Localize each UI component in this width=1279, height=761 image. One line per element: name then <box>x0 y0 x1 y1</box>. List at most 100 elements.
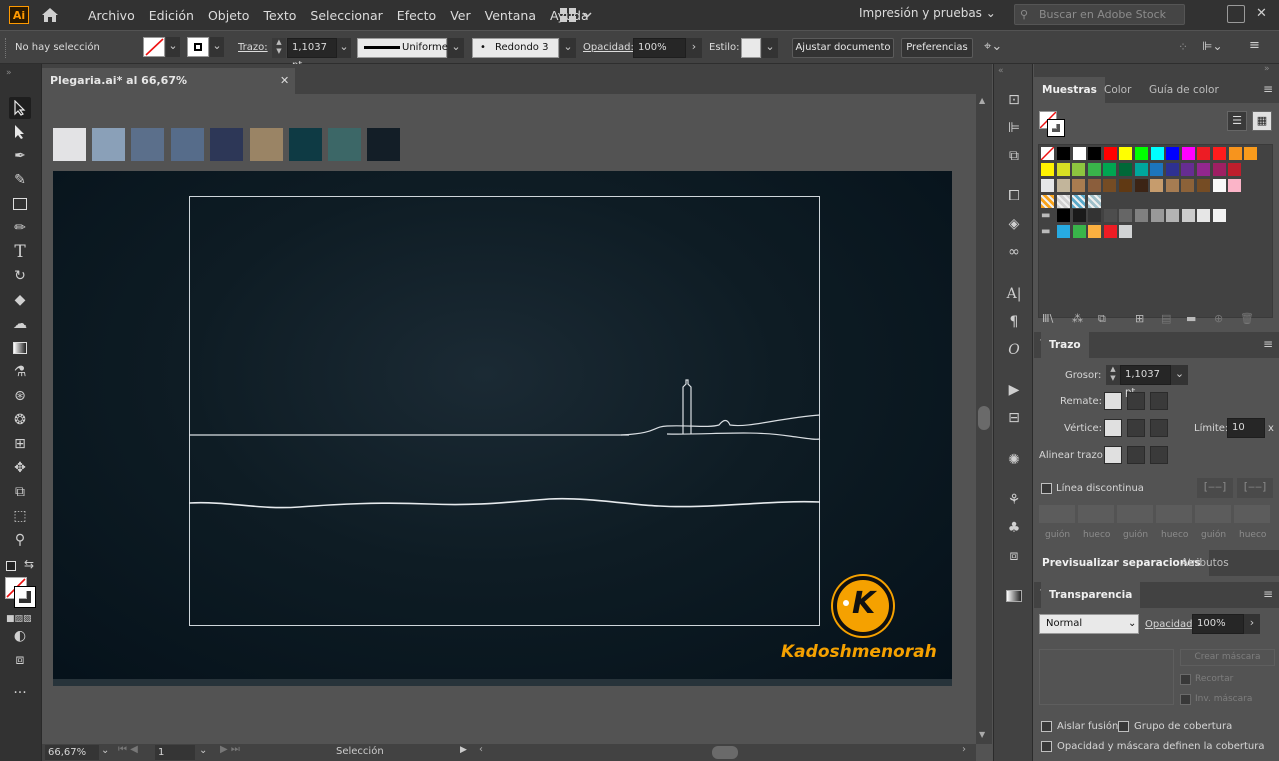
color-swatch[interactable] <box>1150 147 1164 160</box>
fill-dropdown-icon[interactable]: ⌄ <box>166 37 180 57</box>
preferences-button[interactable]: Preferencias <box>901 38 973 58</box>
stroke-weight-stepper[interactable]: ▲ ▼ <box>272 38 286 58</box>
stroke-swatch[interactable] <box>187 37 209 57</box>
tab-guia-color[interactable]: Guía de color <box>1141 77 1227 103</box>
appearance-icon[interactable]: ✺ <box>1004 450 1024 470</box>
color-swatch[interactable] <box>1181 163 1195 176</box>
clip-checkbox[interactable] <box>1180 674 1191 685</box>
invert-mask-checkbox[interactable] <box>1180 694 1191 705</box>
color-swatch[interactable] <box>1228 179 1242 192</box>
transparency-opacity-input[interactable]: 100% <box>1192 614 1244 634</box>
selection-tool-icon[interactable] <box>9 97 31 119</box>
opentype-icon[interactable]: O <box>1004 340 1024 360</box>
gradient-panel-icon[interactable] <box>1004 586 1024 606</box>
pattern-swatch[interactable] <box>1056 195 1070 208</box>
graphic-styles-icon[interactable]: ⧈ <box>1004 546 1024 566</box>
chevron-down-icon[interactable]: ⌄ <box>199 745 207 756</box>
color-swatch[interactable] <box>1165 163 1179 176</box>
pattern-swatch[interactable] <box>1087 195 1101 208</box>
color-swatch[interactable] <box>1056 179 1070 192</box>
panel-menu-icon[interactable]: ≡ <box>1263 337 1273 351</box>
color-swatch[interactable] <box>1166 209 1180 222</box>
horizontal-scroll-thumb[interactable] <box>712 746 738 759</box>
palette-swatch[interactable] <box>367 128 400 161</box>
color-swatch[interactable] <box>1088 225 1102 238</box>
color-swatch[interactable] <box>1103 163 1117 176</box>
color-swatch[interactable] <box>1135 209 1148 222</box>
window-minimize-icon[interactable] <box>1227 5 1245 23</box>
color-swatch[interactable] <box>1197 163 1210 176</box>
default-colors-icon[interactable] <box>6 561 16 571</box>
align-options-icon[interactable]: ⊫⌄ <box>1202 39 1223 53</box>
swap-colors-icon[interactable]: ⇆ <box>24 557 34 571</box>
collapse-icon[interactable]: » <box>6 68 12 78</box>
gap-3-input[interactable] <box>1234 505 1270 523</box>
menu-lines-icon[interactable]: ≡ <box>1249 38 1260 53</box>
color-swatch[interactable] <box>1244 147 1258 160</box>
panel-menu-icon[interactable]: ≡ <box>1263 587 1273 601</box>
color-swatch[interactable] <box>1165 179 1179 192</box>
pathfinder-icon[interactable]: ⧉ <box>1004 146 1024 166</box>
tab-color[interactable]: Color <box>1096 77 1139 103</box>
eraser-tool-icon[interactable]: ◆ <box>9 289 31 311</box>
color-swatch[interactable] <box>1041 163 1054 176</box>
links-icon[interactable]: ∞ <box>1004 242 1024 262</box>
align-outside-button[interactable] <box>1150 446 1168 464</box>
color-swatch[interactable] <box>1057 147 1070 160</box>
pencil-tool-icon[interactable]: ✏ <box>9 217 31 239</box>
rotate-tool-icon[interactable]: ↻ <box>9 265 31 287</box>
color-swatch[interactable] <box>1166 147 1180 160</box>
menu-edicion[interactable]: Edición <box>142 8 201 23</box>
panel-menu-icon[interactable]: ≡ <box>1263 82 1273 96</box>
color-swatch[interactable] <box>1103 147 1117 160</box>
color-swatch[interactable] <box>1197 209 1211 222</box>
color-swatch[interactable] <box>1087 163 1101 176</box>
color-swatch[interactable] <box>1119 225 1133 238</box>
chevron-down-icon[interactable]: ⌄ <box>448 38 464 58</box>
stroke-color-icon[interactable] <box>14 586 36 608</box>
palette-swatch[interactable] <box>328 128 361 161</box>
vertical-scroll-thumb[interactable] <box>978 406 990 430</box>
gap-1-input[interactable] <box>1078 505 1114 523</box>
palette-swatch[interactable] <box>250 128 283 161</box>
direct-selection-tool-icon[interactable] <box>9 121 31 143</box>
puppet-warp-tool-icon[interactable]: ✥ <box>9 457 31 479</box>
dash-3-input[interactable] <box>1195 505 1231 523</box>
scroll-up-icon[interactable]: ▲ <box>979 96 985 105</box>
paragraph-icon[interactable]: ¶ <box>1004 312 1024 332</box>
rectangle-tool-icon[interactable] <box>9 193 31 215</box>
transform-icon[interactable]: ⌖⌄ <box>984 39 1002 54</box>
list-view-icon[interactable]: ☰ <box>1227 111 1247 131</box>
color-swatch[interactable] <box>1103 179 1117 192</box>
folder-icon[interactable]: ▬ <box>1041 210 1054 223</box>
brush-select[interactable]: • Redondo 3 ... <box>472 38 559 71</box>
palette-swatch[interactable] <box>210 128 243 161</box>
color-swatch[interactable] <box>1213 147 1226 160</box>
last-artboard-icon[interactable]: ▶ ⏭ <box>220 744 240 755</box>
color-swatch[interactable] <box>1088 147 1102 160</box>
arrange-documents-icon[interactable] <box>560 8 592 25</box>
color-swatch[interactable] <box>1150 209 1164 222</box>
weight-input[interactable]: 1,1037 pt <box>1120 365 1171 398</box>
brushes-icon[interactable]: ⚘ <box>1004 490 1024 510</box>
knockout-group-checkbox[interactable] <box>1118 721 1129 732</box>
preserve-dash-icon[interactable]: [‒‒] <box>1197 478 1233 498</box>
chevron-right-icon[interactable]: › <box>686 38 702 58</box>
pattern-swatch[interactable] <box>1041 195 1054 208</box>
eyedropper-tool-icon[interactable]: ⚗ <box>9 361 31 383</box>
opacity-input[interactable]: 100% <box>633 38 686 58</box>
new-swatch-icon[interactable]: ⊕ <box>1214 312 1223 325</box>
menu-archivo[interactable]: Archivo <box>81 8 142 23</box>
window-close-icon[interactable]: ✕ <box>1256 6 1267 21</box>
palette-swatch[interactable] <box>131 128 164 161</box>
chevron-right-icon[interactable]: › <box>1244 614 1260 634</box>
weight-stepper[interactable]: ▲ ▼ <box>1106 365 1120 385</box>
dashed-line-checkbox[interactable] <box>1041 483 1052 494</box>
scroll-down-icon[interactable]: ▼ <box>979 730 985 739</box>
color-swatch[interactable] <box>1212 163 1226 176</box>
round-cap-button[interactable] <box>1127 392 1145 410</box>
color-swatch[interactable] <box>1119 147 1133 160</box>
align-dash-icon[interactable]: [‒‒] <box>1237 478 1273 498</box>
character-icon[interactable]: A| <box>1004 284 1024 304</box>
layers-icon[interactable]: ◈ <box>1004 214 1024 234</box>
